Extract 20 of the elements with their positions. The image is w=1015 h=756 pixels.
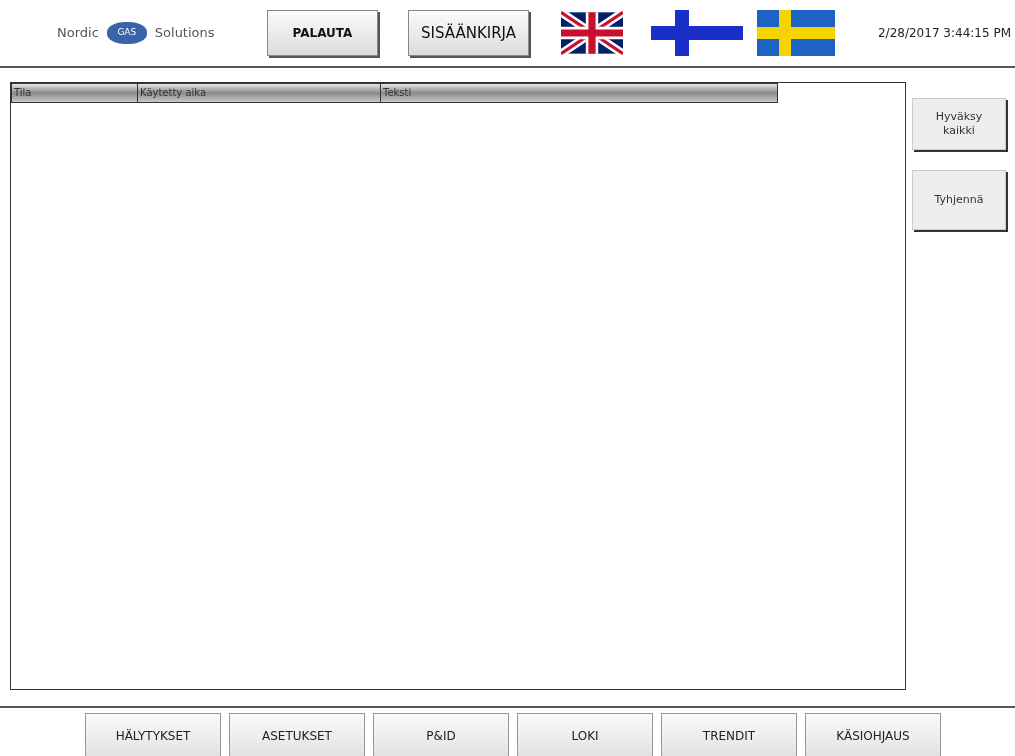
column-header[interactable]: Tila [12, 84, 138, 102]
column-header[interactable]: Käytetty aika [138, 84, 381, 102]
nav-button[interactable]: P&ID [373, 713, 509, 756]
nav-button[interactable]: HÄLYTYKSET [85, 713, 221, 756]
nav-button[interactable]: KÄSIOHJAUS [805, 713, 941, 756]
side-button[interactable]: Tyhjennä [912, 170, 1006, 230]
header-button[interactable]: PALAUTA [267, 10, 378, 56]
nav-button[interactable]: TRENDIT [661, 713, 797, 756]
column-header[interactable]: Teksti [381, 84, 777, 102]
finland-flag-icon[interactable] [651, 10, 743, 56]
sweden-flag-icon[interactable] [757, 10, 835, 56]
logo-text: Nordic [57, 24, 99, 43]
logo-text: Solutions [154, 24, 215, 43]
logo-badge: GAS [106, 22, 147, 44]
uk-flag-icon[interactable] [561, 10, 623, 56]
date-time-text: 2/28/2017 3:44:15 PM [878, 25, 1011, 42]
nav-button[interactable]: LOKI [517, 713, 653, 756]
header-button[interactable]: SISÄÄNKIRJA [408, 10, 529, 56]
nav-button[interactable]: ASETUKSET [229, 713, 365, 756]
side-button[interactable]: Hyväksy kaikki [912, 98, 1006, 150]
